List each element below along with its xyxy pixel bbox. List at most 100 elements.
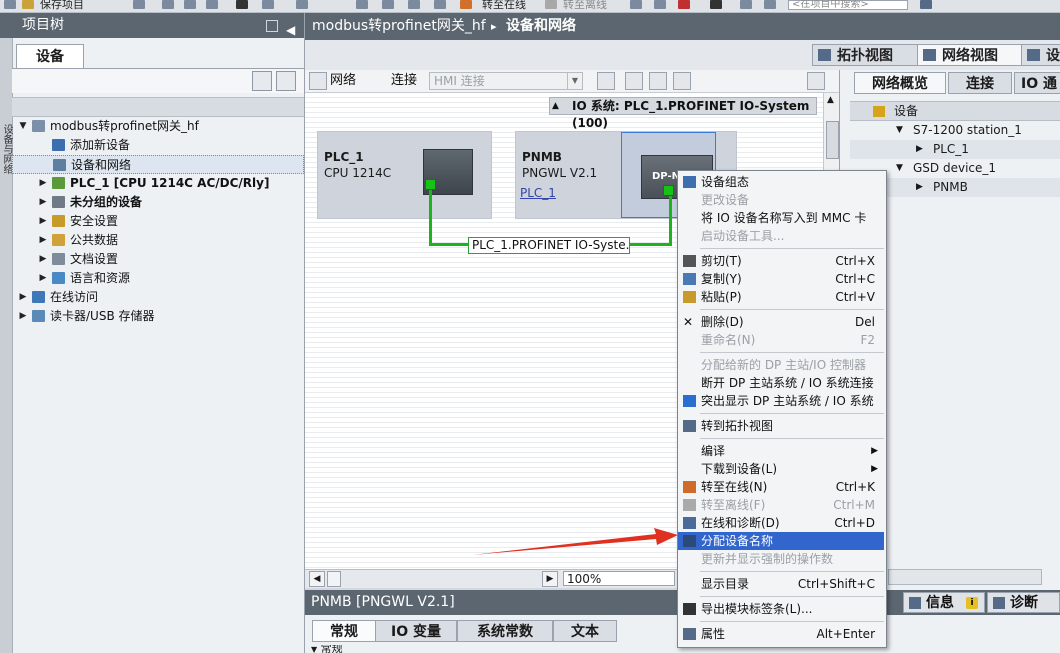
undo-icon[interactable] (262, 0, 274, 9)
tab-system-constants[interactable]: 系统常数 (457, 620, 553, 642)
scroll-thumb[interactable] (826, 121, 839, 159)
menu-item[interactable]: 剪切(T) Ctrl+X (678, 252, 884, 270)
profinet-network-label[interactable]: PLC_1.PROFINET IO-Syste... (468, 237, 630, 254)
tree-view-icon[interactable] (252, 71, 272, 91)
diagnostics-tab[interactable]: 诊断 (987, 592, 1060, 613)
scroll-up-icon[interactable]: ▲ (827, 95, 834, 105)
project-search-input[interactable]: <在项目中搜索> (788, 0, 908, 10)
pnmb-controller-link[interactable]: PLC_1 (520, 186, 556, 200)
menu-item[interactable]: 将 IO 设备名称写入到 MMC 卡 (678, 209, 884, 227)
menu-item[interactable]: 断开 DP 主站系统 / IO 系统连接 (678, 374, 884, 392)
tree-overview-icon[interactable] (14, 71, 32, 89)
open-project-icon[interactable] (22, 0, 34, 9)
upload-icon[interactable] (408, 0, 420, 9)
tree-item[interactable]: ▶ 文档设置 (12, 250, 304, 269)
connection-type-select[interactable]: HMI 连接 ▼ (429, 72, 583, 90)
overview-row[interactable]: ▶ PLC_1 (850, 140, 1060, 159)
compile-icon[interactable] (356, 0, 368, 9)
zoom-icon[interactable] (701, 72, 717, 88)
connection-icon[interactable] (371, 72, 387, 88)
delete-toolbar-icon[interactable] (236, 0, 248, 9)
zoom-level[interactable]: 100% (563, 571, 675, 586)
new-project-icon[interactable] (4, 0, 16, 9)
menu-item[interactable]: ✕ 删除(D) Del (678, 313, 884, 331)
chevron-down-icon[interactable]: ▼ (18, 117, 28, 136)
overview-horizontal-scrollbar[interactable] (888, 569, 1042, 585)
search-icon[interactable] (920, 0, 932, 9)
cross-reference-icon[interactable] (710, 0, 722, 9)
tree-item[interactable]: 设备和网络 (12, 155, 304, 174)
menu-item[interactable]: 在线和诊断(D) Ctrl+D (678, 514, 884, 532)
copy-toolbar-icon[interactable] (184, 0, 196, 9)
info-tab[interactable]: 信息 i (903, 592, 985, 613)
tab-topology-view[interactable]: 拓扑视图 (812, 44, 920, 66)
go-offline-toolbar-icon[interactable] (545, 0, 557, 9)
chevron-right-icon[interactable]: ▶ (38, 193, 48, 212)
pin-icon[interactable] (266, 20, 278, 32)
tree-item[interactable]: ▶ 公共数据 (12, 231, 304, 250)
tab-texts[interactable]: 文本 (553, 620, 617, 642)
chevron-right-icon[interactable]: ▶ (18, 307, 28, 326)
scroll-left-icon[interactable]: ◀ (309, 571, 325, 587)
relations-icon[interactable] (625, 72, 643, 90)
tab-network-view[interactable]: 网络视图 (917, 44, 1023, 66)
tab-general[interactable]: 常规 (312, 620, 376, 642)
device-filter-icon[interactable] (873, 106, 885, 117)
paste-toolbar-icon[interactable] (206, 0, 218, 9)
tab-network-overview[interactable]: 网络概览 (854, 72, 946, 94)
menu-item[interactable]: 粘贴(P) Ctrl+V (678, 288, 884, 306)
chevron-down-icon[interactable]: ▼ (896, 159, 903, 178)
tab-connections[interactable]: 连接 (948, 72, 1012, 94)
chevron-right-icon[interactable]: ▶ (38, 269, 48, 288)
menu-item[interactable]: 转至在线(N) Ctrl+K (678, 478, 884, 496)
tree-settings-icon[interactable] (276, 71, 296, 91)
menu-item[interactable]: 下载到设备(L) ▶ (678, 460, 884, 478)
accessible-devices-icon[interactable] (630, 0, 642, 9)
devices-tab[interactable]: 设备 (16, 44, 84, 69)
menu-item[interactable]: 属性 Alt+Enter (678, 625, 884, 643)
profinet-line-left[interactable] (429, 190, 432, 244)
network-mode-icon[interactable] (309, 72, 327, 90)
go-online-button[interactable]: 转至在线 (482, 0, 526, 10)
tree-item[interactable]: 添加新设备 (12, 136, 304, 155)
io-system-badge[interactable]: ▲ IO 系统: PLC_1.PROFINET IO-System (100) (549, 97, 817, 130)
chevron-right-icon[interactable]: ▶ (916, 178, 923, 197)
pnmb-profinet-port[interactable] (663, 185, 674, 196)
chevron-down-icon[interactable]: ▼ (896, 121, 903, 140)
cut-toolbar-icon[interactable] (162, 0, 174, 9)
collapse-left-icon[interactable]: ◀ (286, 18, 295, 43)
start-cpu-icon[interactable] (654, 0, 666, 9)
go-offline-button[interactable]: 转至离线 (563, 0, 607, 10)
scroll-right-icon[interactable]: ▶ (542, 571, 558, 587)
download-icon[interactable] (382, 0, 394, 9)
tab-device-view[interactable]: 设 (1021, 44, 1060, 66)
menu-item[interactable]: 分配设备名称 (678, 532, 884, 550)
connection-button[interactable]: 连接 (391, 72, 417, 90)
tree-item[interactable]: ▶ 读卡器/USB 存储器 (12, 307, 304, 326)
tree-item[interactable]: ▶ PLC_1 [CPU 1214C AC/DC/Rly] (12, 174, 304, 193)
chevron-right-icon[interactable]: ▶ (38, 174, 48, 193)
stop-cpu-icon[interactable] (678, 0, 690, 9)
overview-row[interactable]: ▼ S7-1200 station_1 (850, 121, 1060, 140)
grid-icon[interactable] (649, 72, 667, 90)
chevron-right-icon[interactable]: ▶ (18, 288, 28, 307)
save-project-button[interactable]: 保存项目 (40, 0, 84, 10)
menu-item[interactable]: 显示目录 Ctrl+Shift+C (678, 575, 884, 593)
print-icon[interactable] (133, 0, 145, 9)
menu-item[interactable]: 设备组态 (678, 173, 884, 191)
menu-item[interactable]: 突出显示 DP 主站系统 / IO 系统 (678, 392, 884, 410)
menu-item[interactable]: 导出模块标签条(L)... (678, 600, 884, 618)
inspector-general-section[interactable]: ▼ 常规 (311, 645, 343, 653)
split-horizontal-icon[interactable] (764, 0, 776, 9)
menu-item[interactable]: 转到拓扑视图 (678, 417, 884, 435)
plc-profinet-port[interactable] (425, 179, 436, 190)
tree-item[interactable]: ▼ modbus转profinet网关_hf (12, 117, 304, 136)
chevron-right-icon[interactable]: ▶ (916, 140, 923, 159)
chevron-right-icon[interactable]: ▶ (38, 250, 48, 269)
network-button[interactable]: 网络 (330, 72, 356, 90)
tree-item[interactable]: ▶ 未分组的设备 (12, 193, 304, 212)
tree-item[interactable]: ▶ 在线访问 (12, 288, 304, 307)
chevron-right-icon[interactable]: ▶ (38, 212, 48, 231)
split-editor-icon[interactable] (740, 0, 752, 9)
breadcrumb-project[interactable]: modbus转profinet网关_hf (312, 13, 486, 40)
